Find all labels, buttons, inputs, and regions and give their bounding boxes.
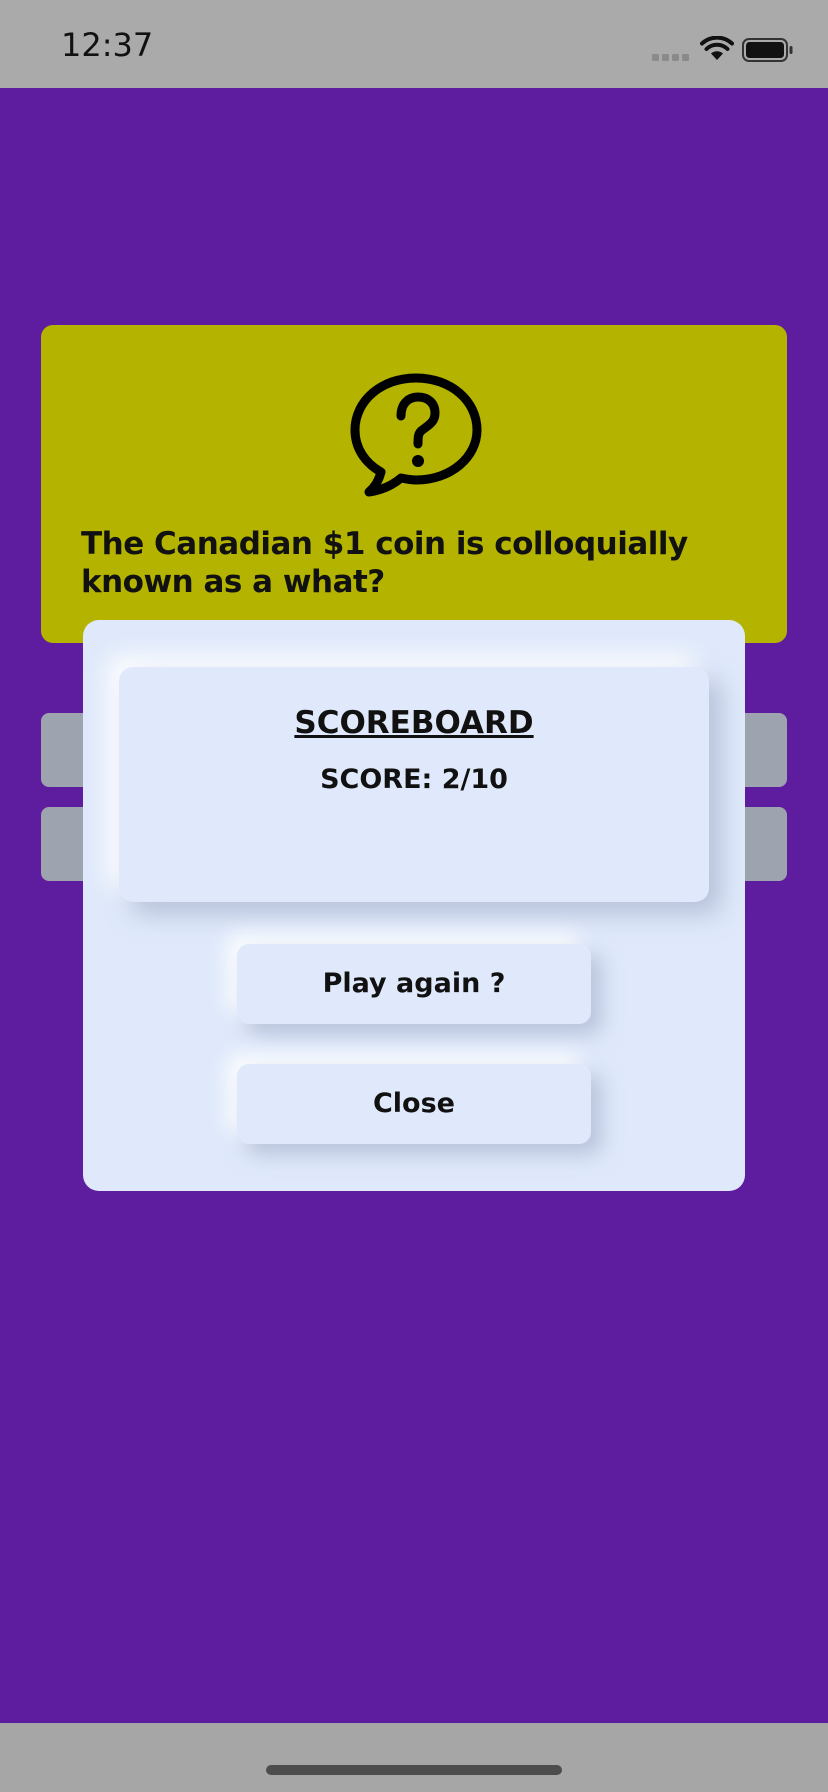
close-button[interactable]: Close: [237, 1064, 591, 1144]
speech-bubble-question-icon: [350, 373, 482, 497]
score-text: SCORE: 2/10: [320, 764, 508, 795]
question-card: The Canadian $1 coin is colloquially kno…: [41, 325, 787, 643]
status-time: 12:37: [61, 26, 154, 64]
signal-icon: [652, 54, 689, 61]
status-bar: 12:37: [0, 0, 828, 88]
scoreboard-modal: SCOREBOARD SCORE: 2/10 Play again ? Clos…: [83, 620, 745, 1191]
scoreboard-panel: SCOREBOARD SCORE: 2/10: [119, 667, 709, 902]
scoreboard-title: SCOREBOARD: [294, 705, 534, 741]
play-again-button[interactable]: Play again ?: [237, 944, 591, 1024]
question-text: The Canadian $1 coin is colloquially kno…: [81, 526, 688, 600]
bottom-bar: [0, 1723, 828, 1792]
battery-icon: [742, 38, 793, 62]
wifi-icon: [700, 36, 734, 60]
home-indicator[interactable]: [266, 1765, 562, 1775]
